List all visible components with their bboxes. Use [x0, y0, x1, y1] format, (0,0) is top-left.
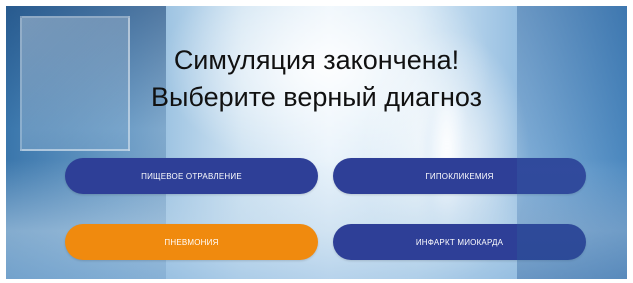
diagnosis-button-label: ПИЩЕВОЕ ОТРАВЛЕНИЕ [141, 171, 242, 181]
diagnosis-button-label: ИНФАРКТ МИОКАРДА [415, 237, 504, 247]
title-line-1: Симуляция закончена! [173, 45, 460, 75]
simulation-result-screen: Симуляция закончена! Выберите верный диа… [6, 6, 627, 279]
diagnosis-button-food-poisoning[interactable]: ПИЩЕВОЕ ОТРАВЛЕНИЕ [65, 158, 318, 194]
diagnosis-button-label: ПНЕВМОНИЯ [164, 237, 219, 247]
diagnosis-button-hypoglycemia[interactable]: ГИПОКЛИКЕМИЯ [333, 158, 586, 194]
diagnosis-button-pneumonia[interactable]: ПНЕВМОНИЯ [65, 224, 318, 260]
diagnosis-button-myocardial-infarction[interactable]: ИНФАРКТ МИОКАРДА [333, 224, 586, 260]
page-title: Симуляция закончена! Выберите верный диа… [6, 42, 627, 116]
title-line-2: Выберите верный диагноз [151, 82, 482, 112]
diagnosis-button-label: ГИПОКЛИКЕМИЯ [425, 171, 494, 181]
